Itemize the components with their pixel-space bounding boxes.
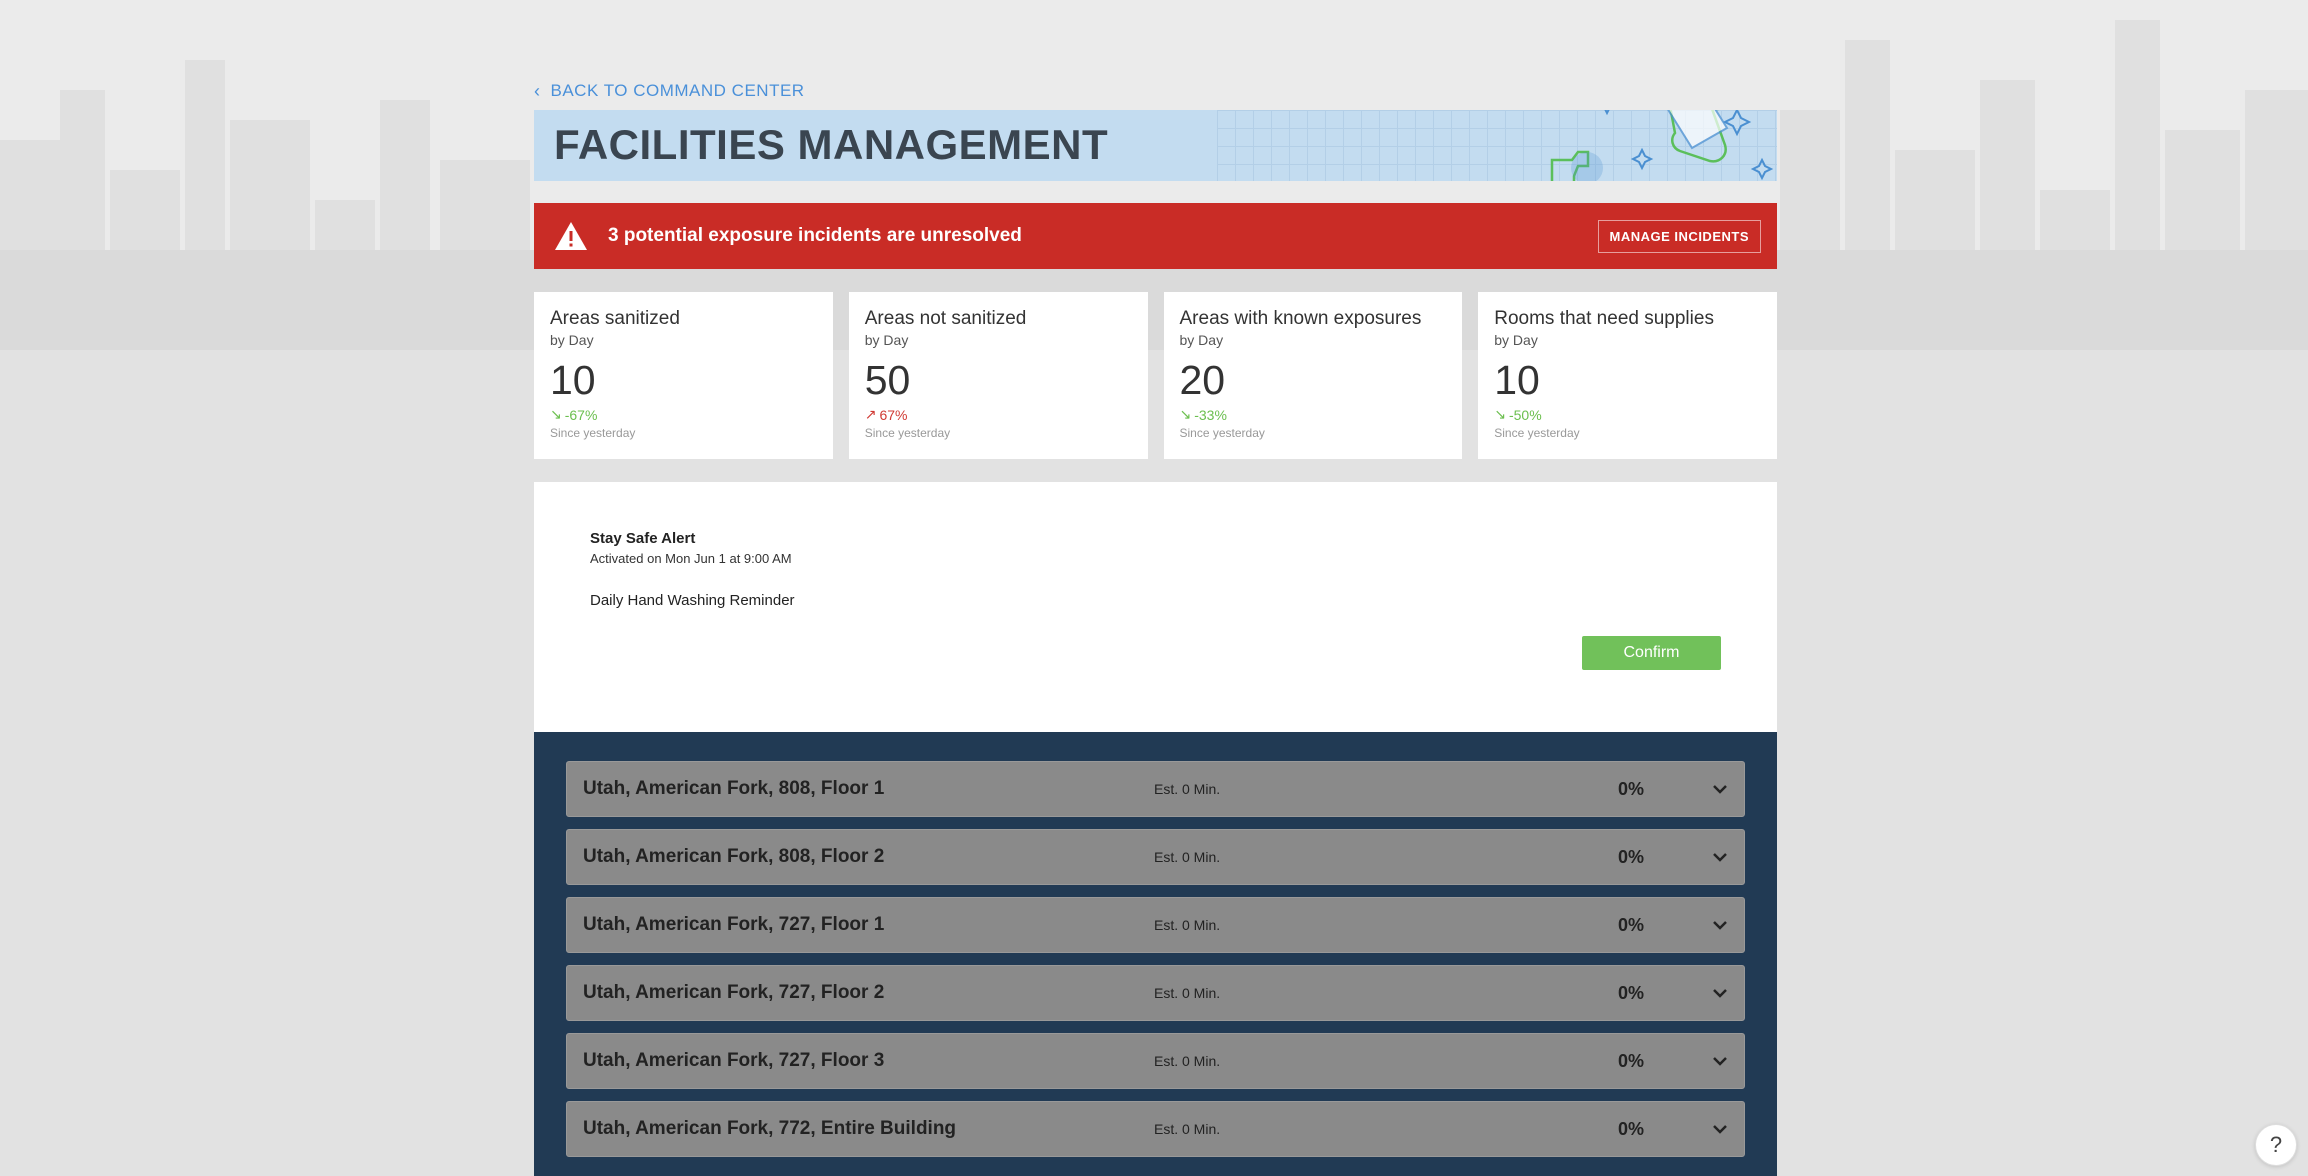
stat-change: ↘ -67% bbox=[550, 406, 817, 423]
area-est-time: Est. 0 Min. bbox=[1154, 1121, 1221, 1137]
stat-title: Rooms that need supplies bbox=[1494, 308, 1714, 329]
safe-alert-activated: Activated on Mon Jun 1 at 9:00 AM bbox=[590, 551, 792, 566]
stat-change: ↗ 67% bbox=[865, 406, 1132, 423]
stat-since: Since yesterday bbox=[864, 426, 951, 440]
area-row[interactable]: Utah, American Fork, 727, Floor 2 Est. 0… bbox=[566, 965, 1745, 1021]
area-percent: 0% bbox=[1618, 846, 1645, 867]
stat-card-rooms-need-supplies: Rooms that need supplies by Day 10 ↘ -50… bbox=[1478, 292, 1777, 459]
stat-subtitle: by Day bbox=[864, 332, 909, 348]
chevron-down-icon[interactable] bbox=[1712, 988, 1728, 998]
stat-subtitle: by Day bbox=[1494, 332, 1538, 348]
help-button[interactable]: ? bbox=[2255, 1124, 2297, 1166]
stat-subtitle: by Day bbox=[1179, 332, 1224, 348]
stat-since: Since yesterday bbox=[1494, 426, 1580, 440]
area-row[interactable]: Utah, American Fork, 727, Floor 3 Est. 0… bbox=[566, 1033, 1745, 1089]
confirm-button[interactable]: Confirm bbox=[1582, 636, 1721, 670]
area-est-time: Est. 0 Min. bbox=[1154, 1053, 1221, 1069]
stat-change-value: -50% bbox=[1508, 406, 1542, 423]
back-to-command-center-link[interactable]: ‹ BACK TO COMMAND CENTER bbox=[534, 78, 1777, 104]
manage-incidents-button[interactable]: MANAGE INCIDENTS bbox=[1597, 219, 1761, 253]
trend-down-arrow-icon: ↘ bbox=[1179, 406, 1192, 422]
area-est-time: Est. 0 Min. bbox=[1154, 917, 1221, 933]
area-name: Utah, American Fork, 772, Entire Buildin… bbox=[583, 1118, 957, 1139]
stat-subtitle: by Day bbox=[550, 332, 594, 348]
stat-value: 50 bbox=[864, 357, 911, 403]
area-percent: 0% bbox=[1618, 1118, 1645, 1139]
exposure-alert-bar: 3 potential exposure incidents are unres… bbox=[534, 203, 1777, 269]
stat-value: 20 bbox=[1179, 357, 1226, 403]
alert-message: 3 potential exposure incidents are unres… bbox=[608, 225, 1022, 246]
area-est-time: Est. 0 Min. bbox=[1154, 985, 1221, 1001]
chevron-down-icon[interactable] bbox=[1712, 1056, 1728, 1066]
area-percent: 0% bbox=[1618, 982, 1645, 1003]
area-row[interactable]: Utah, American Fork, 727, Floor 1 Est. 0… bbox=[566, 897, 1745, 953]
stat-card-areas-not-sanitized: Areas not sanitized by Day 50 ↗ 67% Sinc… bbox=[848, 292, 1148, 459]
area-name: Utah, American Fork, 808, Floor 2 bbox=[583, 846, 885, 867]
stat-change: ↘ -50% bbox=[1494, 406, 1761, 423]
area-name: Utah, American Fork, 727, Floor 2 bbox=[583, 982, 885, 1003]
warning-icon bbox=[555, 222, 587, 250]
area-row[interactable]: Utah, American Fork, 808, Floor 1 Est. 0… bbox=[566, 761, 1745, 817]
safe-alert-title: Stay Safe Alert bbox=[590, 530, 696, 547]
area-name: Utah, American Fork, 727, Floor 1 bbox=[583, 914, 885, 935]
area-name: Utah, American Fork, 808, Floor 1 bbox=[583, 778, 885, 799]
stat-card-known-exposures: Areas with known exposures by Day 20 ↘ -… bbox=[1163, 292, 1463, 459]
page-banner: FACILITIES MANAGEMENT bbox=[534, 110, 1777, 181]
area-name: Utah, American Fork, 727, Floor 3 bbox=[583, 1050, 885, 1071]
chevron-down-icon[interactable] bbox=[1712, 784, 1728, 794]
main-container: ‹ BACK TO COMMAND CENTER FACILITIES MANA… bbox=[534, 78, 1777, 1176]
area-percent: 0% bbox=[1618, 1050, 1645, 1071]
stat-change: ↘ -33% bbox=[1180, 406, 1447, 423]
stat-change-value: -67% bbox=[564, 406, 598, 423]
safe-alert-body: Daily Hand Washing Reminder bbox=[590, 592, 795, 609]
stats-row: Areas sanitized by Day 10 ↘ -67% Since y… bbox=[534, 292, 1777, 459]
area-est-time: Est. 0 Min. bbox=[1154, 781, 1221, 797]
trend-down-arrow-icon: ↘ bbox=[550, 406, 562, 422]
page-title: FACILITIES MANAGEMENT bbox=[554, 121, 1109, 168]
stat-value: 10 bbox=[550, 357, 596, 403]
stat-value: 10 bbox=[1494, 357, 1540, 403]
stat-change-value: 67% bbox=[879, 406, 908, 423]
stat-title: Areas not sanitized bbox=[864, 308, 1027, 329]
area-row[interactable]: Utah, American Fork, 772, Entire Buildin… bbox=[566, 1101, 1745, 1157]
stat-title: Areas with known exposures bbox=[1179, 308, 1422, 329]
chevron-down-icon[interactable] bbox=[1712, 1124, 1728, 1134]
stat-change-value: -33% bbox=[1194, 406, 1227, 423]
chevron-left-icon: ‹ bbox=[534, 81, 541, 101]
stat-title: Areas sanitized bbox=[550, 308, 680, 329]
areas-list: Utah, American Fork, 808, Floor 1 Est. 0… bbox=[534, 732, 1777, 1176]
area-percent: 0% bbox=[1618, 778, 1645, 799]
area-percent: 0% bbox=[1618, 914, 1645, 935]
chevron-down-icon[interactable] bbox=[1712, 920, 1728, 930]
stat-since: Since yesterday bbox=[550, 426, 636, 440]
cleaning-hand-illustration-icon bbox=[1550, 110, 1774, 181]
area-row[interactable]: Utah, American Fork, 808, Floor 2 Est. 0… bbox=[566, 829, 1745, 885]
chevron-down-icon[interactable] bbox=[1712, 852, 1728, 862]
stat-card-areas-sanitized: Areas sanitized by Day 10 ↘ -67% Since y… bbox=[534, 292, 833, 459]
stay-safe-alert-card: Stay Safe Alert Activated on Mon Jun 1 a… bbox=[534, 482, 1777, 732]
stat-since: Since yesterday bbox=[1179, 426, 1265, 440]
trend-up-arrow-icon: ↗ bbox=[864, 406, 877, 422]
trend-down-arrow-icon: ↘ bbox=[1494, 406, 1506, 422]
area-est-time: Est. 0 Min. bbox=[1154, 849, 1221, 865]
back-link-label: BACK TO COMMAND CENTER bbox=[550, 81, 805, 100]
